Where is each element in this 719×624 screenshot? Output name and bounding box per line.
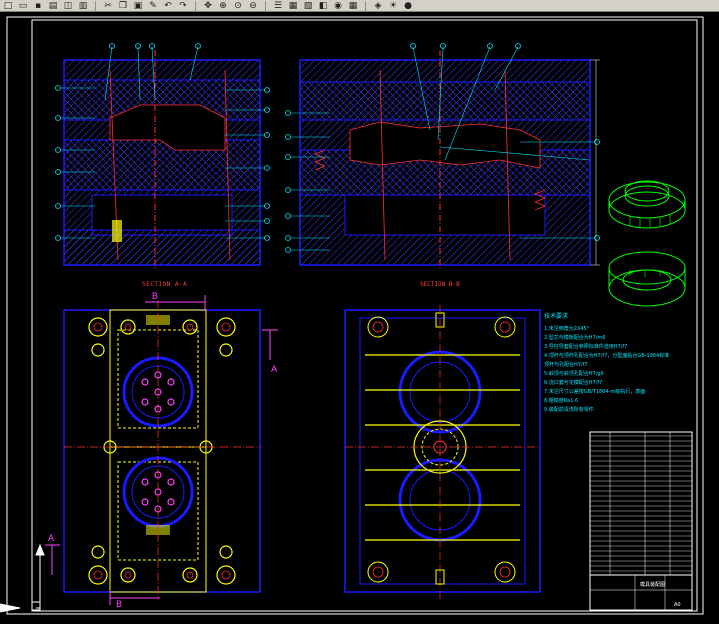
- cut-icon[interactable]: ✂: [102, 1, 114, 11]
- cut-marker-a-right: A: [271, 365, 278, 375]
- design-center-icon[interactable]: ▦: [287, 1, 299, 11]
- notes-line: 7.未注尺寸公差按GB/T1804-m级执行，表面: [544, 388, 645, 395]
- product-3d-view-top[interactable]: [608, 180, 686, 229]
- layer-icon[interactable]: ◈: [372, 1, 384, 11]
- notes-line: 9.装配前清洗所有零件: [544, 406, 594, 413]
- technical-notes: 技术要求 1.未注倒角为2X45° 2.型芯与模板配合为H7/m6 3.导柱导套配合…: [544, 312, 669, 413]
- tool-palette-icon[interactable]: ▧: [302, 1, 314, 11]
- plan-view-moving-half[interactable]: [45, 295, 278, 605]
- toolbar-separator: [195, 0, 196, 11]
- section-bb-label: SECTION B-B: [420, 281, 460, 288]
- cut-marker-b-top: B: [152, 291, 158, 301]
- section-aa-view[interactable]: [55, 43, 270, 271]
- markup-icon[interactable]: ◉: [332, 1, 344, 11]
- toolbar-separator: [265, 0, 266, 11]
- cad-drawing-canvas[interactable]: SECTION A-A SECTION B-B B B A A 技术要求 1.未…: [0, 12, 719, 624]
- toolbar-separator: [365, 0, 366, 11]
- properties-icon[interactable]: ☰: [272, 1, 284, 11]
- undo-icon[interactable]: ↶: [162, 1, 174, 11]
- print-icon[interactable]: ▤: [47, 1, 59, 11]
- notes-line: 4.顶杆与顶杆孔配合为H7/f7，分型面贴合GB-1984标准: [544, 352, 669, 359]
- section-aa-label: SECTION A-A: [142, 281, 187, 288]
- notes-line: 8.粗糙度Ra1.6: [544, 397, 578, 404]
- toolbar-separator: [95, 0, 96, 11]
- notes-title: 技术要求: [544, 312, 568, 320]
- cut-marker-b-bottom: B: [116, 600, 122, 610]
- notes-line: 1.未注倒角为2X45°: [544, 325, 590, 332]
- cut-marker-a-left: A: [48, 534, 55, 544]
- pan-icon[interactable]: ✥: [202, 1, 214, 11]
- notes-line: 顶杆与孔配合H7/f7: [544, 361, 588, 368]
- light-icon[interactable]: ☀: [387, 1, 399, 11]
- preview-icon[interactable]: ◫: [62, 1, 74, 11]
- title-block[interactable]: 模具装配图 A0: [589, 431, 693, 611]
- title-block-name: 模具装配图: [640, 581, 665, 588]
- zoom-previous-icon[interactable]: ⊖: [247, 1, 259, 11]
- calculator-icon[interactable]: ▦: [347, 1, 359, 11]
- notes-line: 2.型芯与模板配合为H7/m6: [544, 334, 605, 341]
- plan-view-fixed-half[interactable]: [344, 305, 541, 600]
- zoom-window-icon[interactable]: ⊙: [232, 1, 244, 11]
- notes-line: 3.导柱导套配合参照标准件选用H7/f7: [544, 343, 627, 350]
- section-bb-view[interactable]: [285, 43, 601, 271]
- paste-icon[interactable]: ▣: [132, 1, 144, 11]
- new-icon[interactable]: □: [2, 1, 14, 11]
- notes-line: 5.斜顶与斜顶孔配合H7/g6: [544, 370, 604, 377]
- save-icon[interactable]: ▪: [32, 1, 44, 11]
- title-block-code: A0: [674, 602, 681, 608]
- plot-icon[interactable]: ▥: [77, 1, 89, 11]
- redo-icon[interactable]: ↷: [177, 1, 189, 11]
- notes-line: 6.浇口套与定模配合H7/f7: [544, 379, 602, 386]
- open-icon[interactable]: ▭: [17, 1, 29, 11]
- product-3d-view-bottom[interactable]: [608, 251, 686, 307]
- zoom-realtime-icon[interactable]: ⊕: [217, 1, 229, 11]
- sheetset-icon[interactable]: ◧: [317, 1, 329, 11]
- copy-icon[interactable]: ❐: [117, 1, 129, 11]
- cad-toolbar: □ ▭ ▪ ▤ ◫ ▥ ✂ ❐ ▣ ✎ ↶ ↷ ✥ ⊕ ⊙ ⊖ ☰ ▦ ▧ ◧ ◉ ▦ ◈ ☀ ●: [0, 0, 719, 12]
- color-icon[interactable]: ●: [402, 1, 414, 11]
- match-icon[interactable]: ✎: [147, 1, 159, 11]
